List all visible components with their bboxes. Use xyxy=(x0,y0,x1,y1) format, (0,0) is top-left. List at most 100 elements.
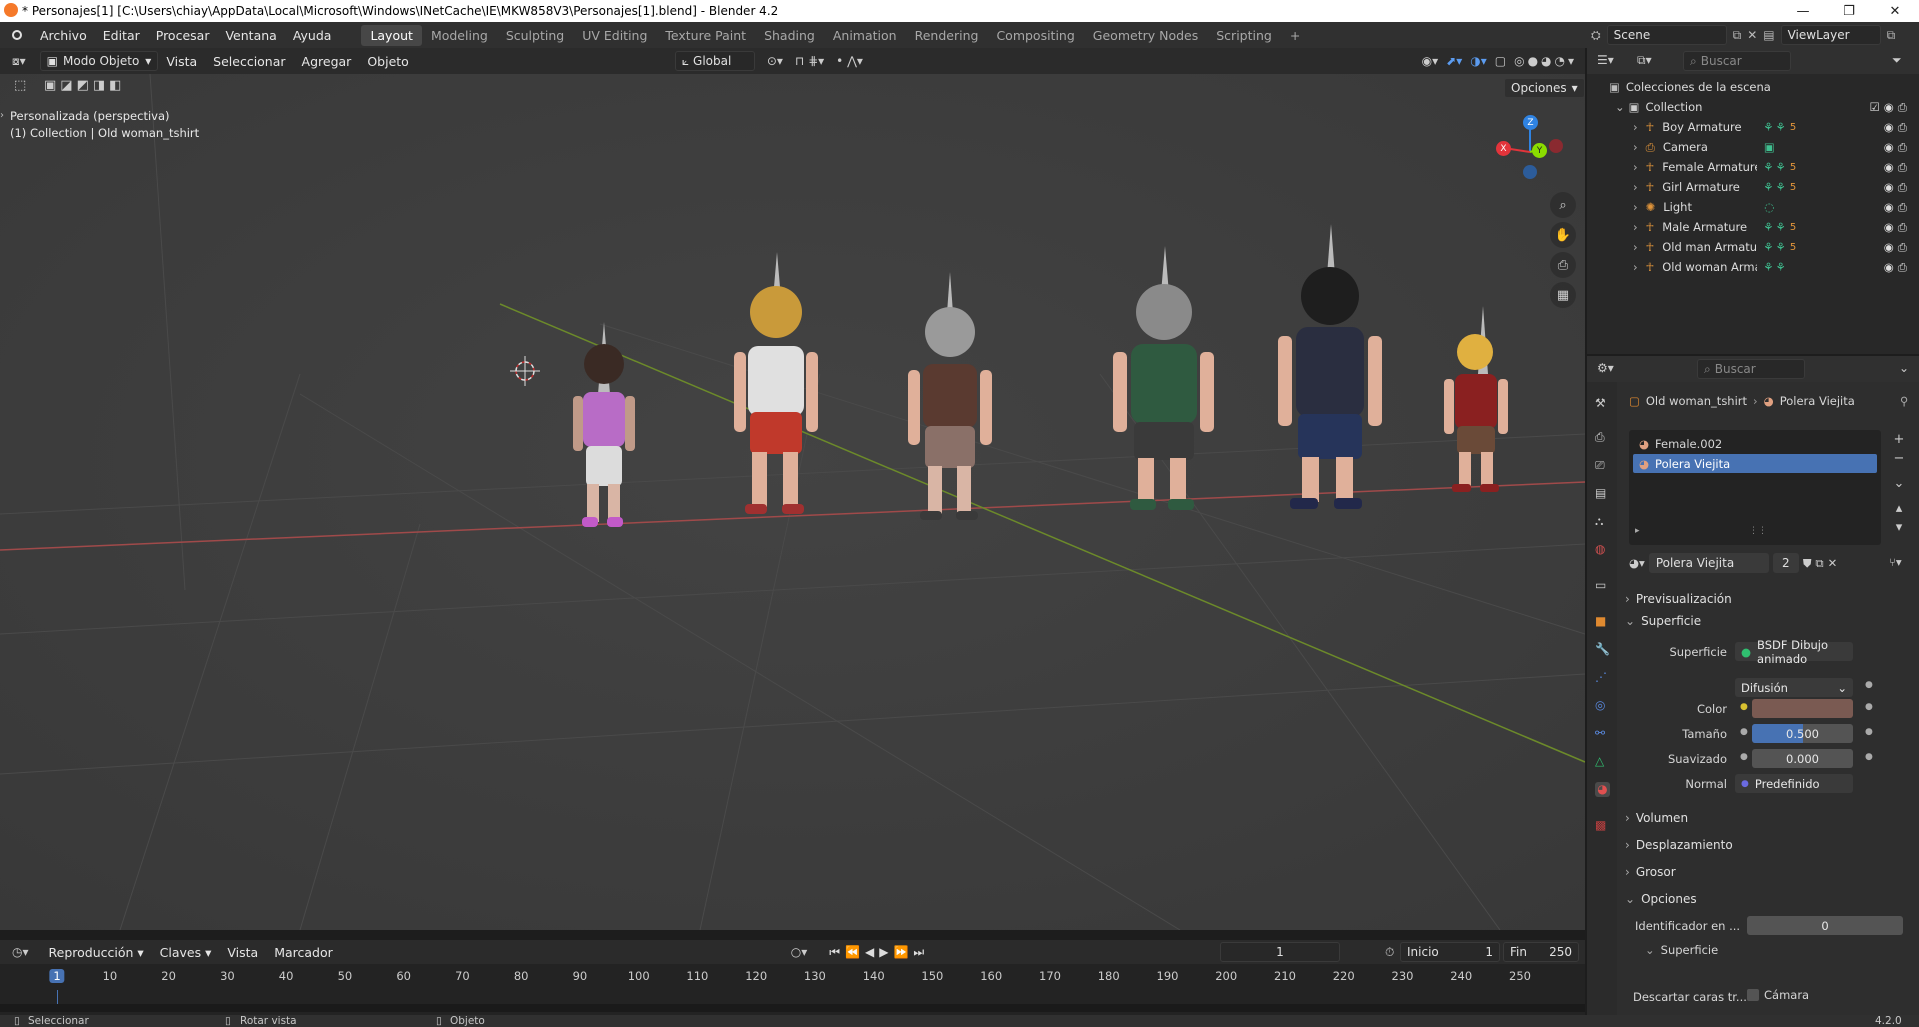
outliner-item-row[interactable]: › ✺ Light ◌ ◉⎙ xyxy=(1587,197,1919,217)
size-slider[interactable]: 0.500 xyxy=(1752,724,1853,743)
tab-uv-editing[interactable]: UV Editing xyxy=(573,25,656,46)
material-name-field[interactable]: Polera Viejita xyxy=(1648,553,1769,573)
options-dropdown[interactable]: Opciones ▾ xyxy=(1504,78,1585,98)
tool-tab-icon[interactable]: ⚒ xyxy=(1595,396,1610,411)
properties-editor-icon[interactable]: ⚙▾ xyxy=(1597,361,1614,375)
camera-view-icon[interactable]: ⎙ xyxy=(1550,252,1576,278)
y-axis-handle[interactable]: Y xyxy=(1532,143,1547,158)
panel-volume[interactable]: › Volumen xyxy=(1621,806,1915,830)
menu-archivo[interactable]: Archivo xyxy=(32,28,95,43)
visibility-icons[interactable]: ◉⎙ xyxy=(1884,200,1911,215)
data-icons[interactable]: ⚘⚘ xyxy=(1763,220,1788,234)
transform-orientation-dropdown[interactable]: ⟀ Global xyxy=(674,51,755,71)
material-tab-icon[interactable]: ◕ xyxy=(1595,782,1610,797)
filter-icon[interactable]: ⏷ xyxy=(1892,53,1902,68)
visibility-icons[interactable]: ◉⎙ xyxy=(1884,220,1911,235)
chevron-down-icon[interactable]: ⌄ xyxy=(1889,474,1909,493)
view-layer-tab-icon[interactable]: ▤ xyxy=(1595,486,1610,501)
scene-dropdown[interactable]: Scene xyxy=(1606,25,1727,45)
grid-view-icon[interactable]: ▦ xyxy=(1550,282,1576,308)
add-workspace-button[interactable]: + xyxy=(1281,25,1309,46)
node-tree-icon[interactable]: ⑂▾ xyxy=(1889,555,1902,569)
chevron-right-icon[interactable]: › xyxy=(1633,160,1638,174)
output-tab-icon[interactable]: ⎚ xyxy=(1595,458,1610,473)
physics-tab-icon[interactable]: ◎ xyxy=(1595,698,1610,713)
data-tab-icon[interactable]: △ xyxy=(1595,754,1610,769)
visibility-icon[interactable]: ◉▾ xyxy=(1422,54,1439,68)
proportional-edit-icon[interactable]: • ⋀▾ xyxy=(836,54,863,68)
add-slot-icon[interactable]: + xyxy=(1889,430,1909,449)
chevron-right-icon[interactable]: › xyxy=(1633,220,1638,234)
outliner-item-row[interactable]: › ☥ Girl Armature ⚘⚘ 5 ◉⎙ xyxy=(1587,177,1919,197)
menu-vista-timeline[interactable]: Vista xyxy=(219,945,266,960)
outliner-item-row[interactable]: › ⎙ Camera ▣ ◉⎙ xyxy=(1587,137,1919,157)
viewlayer-dropdown[interactable]: ViewLayer xyxy=(1780,25,1881,45)
visibility-icons[interactable]: ◉⎙ xyxy=(1884,260,1911,275)
tab-sculpting[interactable]: Sculpting xyxy=(497,25,573,46)
timeline-editor-icon[interactable]: ◷▾ xyxy=(12,945,29,959)
editor-type-icon[interactable]: ⧇▾ xyxy=(12,54,26,69)
outliner-item-row[interactable]: › ☥ Old man Armature ⚘⚘5 ◉⎙ xyxy=(1587,237,1919,257)
gizmo-toggle-icon[interactable]: ⬈▾ xyxy=(1446,54,1462,68)
menu-vista[interactable]: Vista xyxy=(158,54,205,69)
outliner-item-row[interactable]: › ☥ Female Armature ⚘⚘ 5 ◉⎙ xyxy=(1587,157,1919,177)
tab-animation[interactable]: Animation xyxy=(824,25,906,46)
move-down-icon[interactable]: ▾ xyxy=(1889,518,1909,537)
panel-preview[interactable]: › Previsualización xyxy=(1621,587,1915,611)
menu-ayuda[interactable]: Ayuda xyxy=(285,28,340,43)
scene-tab-icon[interactable]: ⛬ xyxy=(1595,514,1610,529)
current-frame-field[interactable]: 1 xyxy=(1220,942,1340,962)
menu-claves[interactable]: Claves ▾ xyxy=(152,945,220,960)
expand-icon[interactable]: ▸ xyxy=(1635,526,1640,536)
tab-geometry-nodes[interactable]: Geometry Nodes xyxy=(1084,25,1207,46)
chevron-down-icon[interactable]: ⌄ xyxy=(1615,100,1625,114)
visibility-icons[interactable]: ◉⎙ xyxy=(1884,240,1911,255)
end-frame-field[interactable]: Fin 250 xyxy=(1503,942,1579,962)
3d-viewport[interactable]: ⬚ ▣◪◩◨◧ › Personalizada (perspectiva) (1… xyxy=(0,74,1585,930)
tab-rendering[interactable]: Rendering xyxy=(906,25,988,46)
slot-row-selected[interactable]: ◕ Polera Viejita xyxy=(1633,454,1877,473)
outliner-item-row[interactable]: › ☥ Old woman Armature ⚘⚘ ◉⎙ xyxy=(1587,257,1919,277)
data-icons[interactable]: ⚘⚘ xyxy=(1763,240,1788,254)
pass-index-field[interactable]: 0 xyxy=(1747,916,1903,935)
outliner-collection-row[interactable]: ⌄ ▣ Collection ☑◉⎙ xyxy=(1587,97,1919,117)
select-tool-icon[interactable]: ⬚ xyxy=(14,78,26,93)
material-users-count[interactable]: 2 xyxy=(1772,553,1799,573)
modifier-tab-icon[interactable]: 🔧 xyxy=(1595,642,1610,657)
menu-agregar[interactable]: Agregar xyxy=(294,54,360,69)
start-frame-field[interactable]: Inicio 1 xyxy=(1400,942,1500,962)
backface-camera-checkbox[interactable]: Cámara xyxy=(1747,988,1809,1002)
tab-shading[interactable]: Shading xyxy=(755,25,824,46)
stopwatch-icon[interactable]: ⏱ xyxy=(1385,945,1394,960)
remove-scene-icon[interactable]: ✕ xyxy=(1747,28,1757,42)
constraints-tab-icon[interactable]: ⚯ xyxy=(1595,726,1610,741)
snap-icon[interactable]: ⊓ ⋕▾ xyxy=(795,54,824,68)
diffuse-mode-dropdown[interactable]: Difusión ⌄ xyxy=(1735,678,1853,697)
minimize-button[interactable]: — xyxy=(1780,0,1826,22)
data-icons[interactable]: ⚘⚘ xyxy=(1763,260,1788,274)
collection-visibility-icons[interactable]: ☑◉⎙ xyxy=(1869,100,1911,115)
remove-slot-icon[interactable]: − xyxy=(1889,449,1909,468)
texture-tab-icon[interactable]: ▩ xyxy=(1595,818,1610,833)
data-icons[interactable]: ⚘⚘ xyxy=(1763,120,1788,134)
outliner-editor-icon[interactable]: ☰▾ xyxy=(1597,53,1614,67)
outliner-root-row[interactable]: ▣ Colecciones de la escena xyxy=(1587,77,1919,97)
color-swatch[interactable] xyxy=(1752,699,1853,718)
chevron-right-icon[interactable]: › xyxy=(1633,240,1638,254)
normal-field[interactable]: ● Predefinido xyxy=(1735,774,1853,793)
copy-viewlayer-icon[interactable]: ⧉ xyxy=(1887,28,1896,43)
tab-texture-paint[interactable]: Texture Paint xyxy=(656,25,755,46)
surface-shader-field[interactable]: ● BSDF Dibujo animado xyxy=(1735,638,1853,666)
chevron-right-icon[interactable]: › xyxy=(1633,120,1638,134)
move-up-icon[interactable]: ▴ xyxy=(1889,499,1909,518)
menu-procesar[interactable]: Procesar xyxy=(148,28,218,43)
panel-thickness[interactable]: › Grosor xyxy=(1621,860,1915,884)
tab-layout[interactable]: Layout xyxy=(361,24,422,46)
menu-seleccionar[interactable]: Seleccionar xyxy=(205,54,293,69)
object-tab-icon[interactable]: ■ xyxy=(1595,614,1610,629)
world-tab-icon[interactable]: ◍ xyxy=(1595,542,1610,557)
tab-modeling[interactable]: Modeling xyxy=(422,25,497,46)
menu-objeto[interactable]: Objeto xyxy=(359,54,417,69)
resize-handle-icon[interactable]: ⋮⋮ xyxy=(1749,526,1767,536)
blender-menu-icon[interactable] xyxy=(12,30,22,40)
